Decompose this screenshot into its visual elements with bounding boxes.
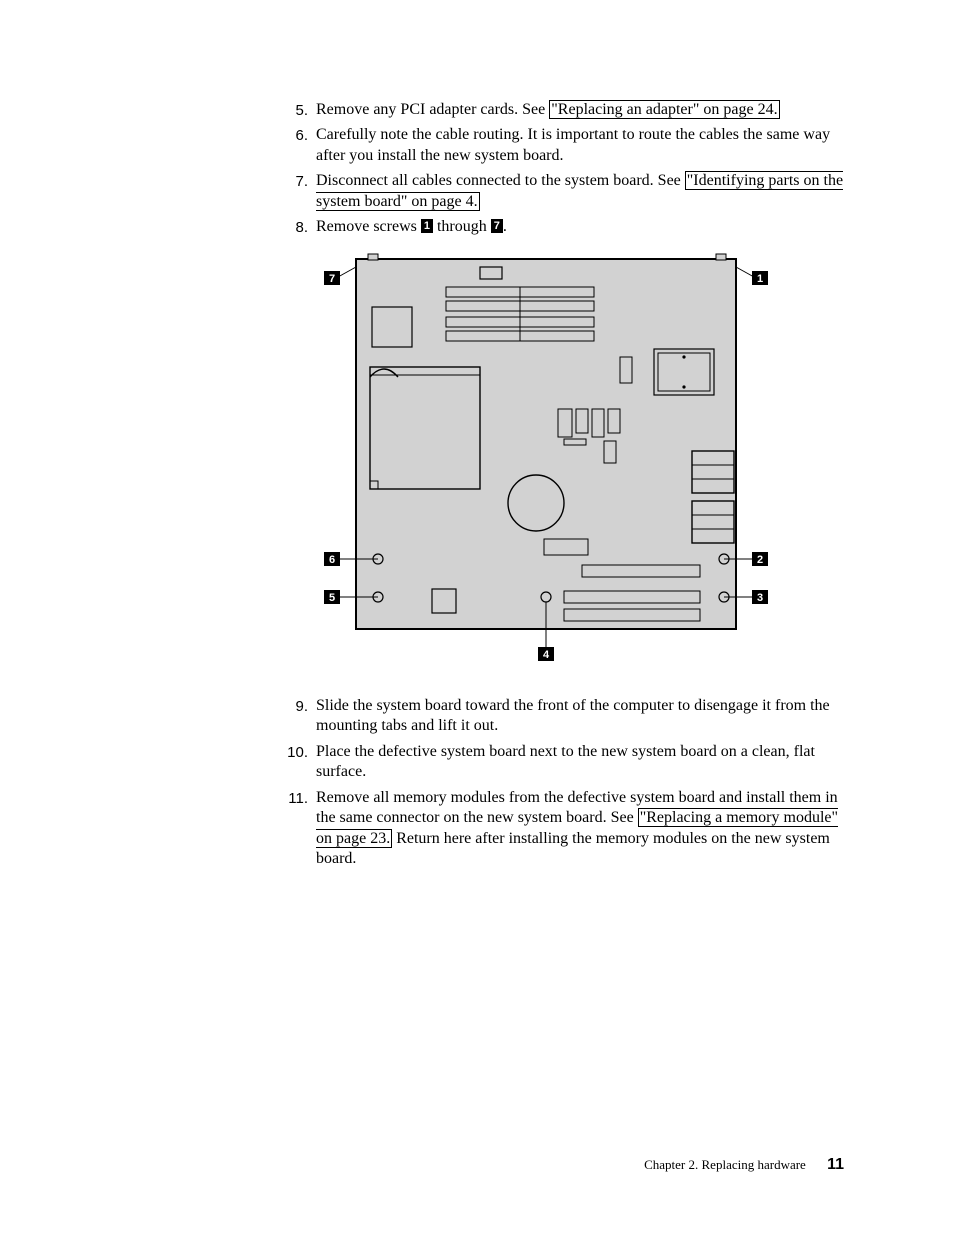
callout-badge: 7 xyxy=(491,219,503,233)
page: 5. Remove any PCI adapter cards. See "Re… xyxy=(0,0,954,870)
callout-7: 7 xyxy=(324,271,340,285)
list-item: 11. Remove all memory modules from the d… xyxy=(280,788,844,870)
callout-label: 7 xyxy=(329,273,335,285)
list-item: 7. Disconnect all cables connected to th… xyxy=(280,171,844,212)
text: Return here after installing the memory … xyxy=(316,830,830,867)
ordered-list-top: 5. Remove any PCI adapter cards. See "Re… xyxy=(110,100,844,870)
list-body: Carefully note the cable routing. It is … xyxy=(316,125,844,166)
list-body: Slide the system board toward the front … xyxy=(316,696,844,737)
text: Disconnect all cables connected to the s… xyxy=(316,172,685,189)
page-number: 11 xyxy=(827,1156,844,1173)
callout-2: 2 xyxy=(752,552,768,566)
callout-label: 5 xyxy=(329,592,335,604)
list-body: Remove all memory modules from the defec… xyxy=(316,788,844,870)
callout-label: 6 xyxy=(329,554,335,566)
list-body: Place the defective system board next to… xyxy=(316,742,844,783)
callout-5: 5 xyxy=(324,590,340,604)
text: Remove screws xyxy=(316,218,421,235)
list-number: 8. xyxy=(280,217,308,237)
list-body: Disconnect all cables connected to the s… xyxy=(316,171,844,212)
callout-3: 3 xyxy=(752,590,768,604)
diagram-figure: 7 1 6 5 2 3 4 xyxy=(316,249,844,679)
list-number: 6. xyxy=(280,125,308,166)
callout-label: 2 xyxy=(757,554,763,566)
text: Remove any PCI adapter cards. See xyxy=(316,101,549,118)
callout-6: 6 xyxy=(324,552,340,566)
text: . xyxy=(503,218,507,235)
list-number: 7. xyxy=(280,171,308,212)
list-body: Remove any PCI adapter cards. See "Repla… xyxy=(316,100,844,120)
list-number: 9. xyxy=(280,696,308,737)
system-board-diagram: 7 1 6 5 2 3 4 xyxy=(316,249,776,679)
list-body: Remove screws 1 through 7. xyxy=(316,217,844,237)
chapter-title: Chapter 2. Replacing hardware xyxy=(644,1157,806,1172)
list-item: 9. Slide the system board toward the fro… xyxy=(280,696,844,737)
list-item: 7 1 6 5 2 3 4 xyxy=(280,243,844,691)
callout-badge: 1 xyxy=(421,219,433,233)
text: through xyxy=(433,218,491,235)
callout-label: 4 xyxy=(543,649,550,661)
page-footer: Chapter 2. Replacing hardware 11 xyxy=(644,1155,844,1175)
callout-label: 1 xyxy=(757,273,763,285)
list-item: 8. Remove screws 1 through 7. xyxy=(280,217,844,237)
list-item: 10. Place the defective system board nex… xyxy=(280,742,844,783)
list-number: 5. xyxy=(280,100,308,120)
list-number: 10. xyxy=(280,742,308,783)
list-number: 11. xyxy=(280,788,308,870)
list-number xyxy=(280,243,308,691)
callout-1: 1 xyxy=(752,271,768,285)
list-item: 5. Remove any PCI adapter cards. See "Re… xyxy=(280,100,844,120)
callout-label: 3 xyxy=(757,592,763,604)
list-item: 6. Carefully note the cable routing. It … xyxy=(280,125,844,166)
callout-4: 4 xyxy=(538,647,554,661)
xref-link[interactable]: "Replacing an adapter" on page 24. xyxy=(549,100,779,119)
